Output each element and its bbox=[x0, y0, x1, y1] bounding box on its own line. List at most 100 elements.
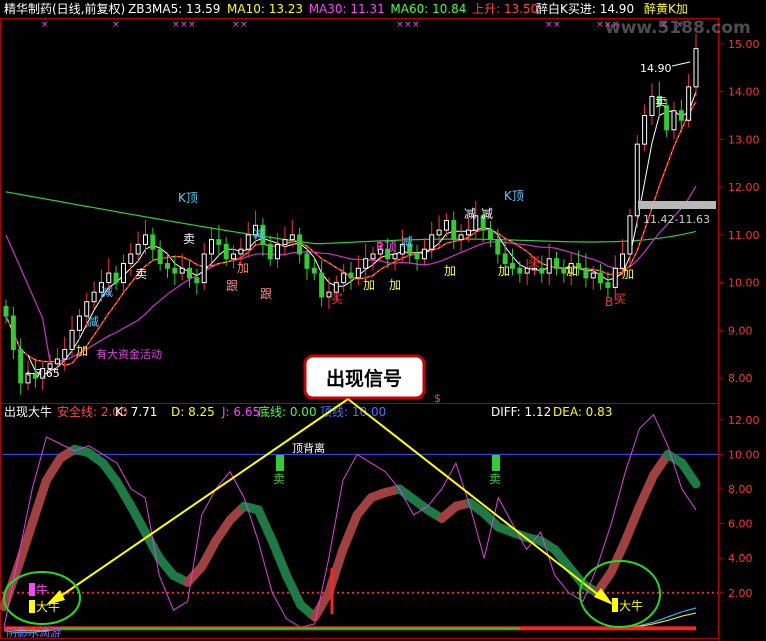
candle-body bbox=[282, 239, 288, 245]
high-price-label: 14.90 bbox=[640, 62, 672, 75]
low-price-label: ←7.65 bbox=[26, 367, 60, 380]
signal-mark: 卖 bbox=[655, 95, 667, 109]
candle-body bbox=[590, 272, 596, 279]
signal-row-mark: × bbox=[396, 20, 404, 30]
candle-body bbox=[524, 267, 530, 274]
candle-body bbox=[348, 272, 354, 279]
signal-mark: 减 bbox=[401, 235, 413, 249]
candle-body bbox=[187, 267, 193, 279]
candle-body bbox=[179, 267, 185, 274]
candle-body bbox=[546, 258, 552, 274]
candle-body bbox=[164, 263, 170, 269]
signal-row-mark: × bbox=[596, 20, 604, 30]
candle-body bbox=[91, 291, 97, 303]
big-bull-label-right: 大牛 bbox=[619, 598, 643, 613]
price-tick-label: 12.00 bbox=[728, 181, 760, 194]
candle-body bbox=[223, 243, 229, 260]
signal-mark: 减 bbox=[253, 227, 265, 241]
price-tick-label: 10.00 bbox=[728, 277, 760, 290]
signal-row-mark: × bbox=[41, 20, 49, 30]
signal-row-mark: × bbox=[188, 20, 196, 30]
ma-legend-item: 上升: 13.50 bbox=[472, 2, 538, 16]
candle-body bbox=[201, 253, 207, 284]
signal-row-mark: × bbox=[553, 20, 561, 30]
range-box-label: 11.42-11.63 bbox=[643, 213, 710, 226]
candle-body bbox=[627, 215, 633, 255]
candle-body bbox=[451, 220, 457, 241]
bull-bar bbox=[29, 583, 35, 596]
big-bull-bar-right bbox=[612, 598, 618, 612]
price-tick-label: 15.00 bbox=[728, 38, 760, 51]
candle-body bbox=[76, 315, 82, 331]
candle-body bbox=[495, 239, 501, 255]
signal-row-mark: × bbox=[404, 20, 412, 30]
candle-body bbox=[649, 95, 655, 117]
signal-row-mark: × bbox=[172, 20, 180, 30]
indicator-legend-item: J: 6.65 bbox=[221, 405, 260, 419]
candle-body bbox=[605, 282, 611, 288]
candle-body bbox=[509, 263, 515, 269]
fund-activity-label: 有大资金活动 bbox=[96, 347, 162, 361]
signal-mark: B bbox=[605, 295, 613, 309]
candle-body bbox=[216, 239, 222, 245]
signal-row-mark: × bbox=[112, 20, 120, 30]
signal-mark: 加 bbox=[237, 261, 249, 275]
stock-code: ZB3 bbox=[128, 2, 152, 16]
signal-row-mark: × bbox=[232, 20, 240, 30]
indicator-legend-item: DIFF: 1.12 bbox=[491, 405, 551, 419]
add-signal-label: 醉黄K加 bbox=[644, 1, 688, 16]
signal-callout: 出现信号 bbox=[303, 354, 426, 400]
candle-body bbox=[539, 267, 545, 274]
candle-body bbox=[436, 229, 442, 236]
candle-body bbox=[370, 253, 376, 260]
indicator-legend-item: DEA: 0.83 bbox=[553, 405, 612, 419]
candle-body bbox=[18, 348, 24, 384]
candle-body bbox=[106, 272, 112, 284]
candle-body bbox=[245, 234, 251, 250]
candle-body bbox=[311, 267, 317, 274]
indicator-legend-item: 底线: 0.00 bbox=[258, 404, 317, 419]
ma-legend-item: MA5: 13.59 bbox=[152, 2, 220, 16]
signal-mark: 跟 bbox=[226, 279, 238, 293]
sub-header: 出现大牛 安全线: 2.00K: 7.71 D: 8.25 J: 6.65底线: 0… bbox=[4, 404, 612, 419]
signal-mark: 加 bbox=[566, 264, 578, 278]
candle-body bbox=[363, 258, 369, 269]
candle-body bbox=[392, 253, 398, 260]
signal-row-mark: × bbox=[612, 20, 620, 30]
signal-mark: 卖 bbox=[183, 232, 195, 246]
candle-body bbox=[517, 267, 523, 274]
indicator-legend-item: D: 8.25 bbox=[171, 405, 215, 419]
price-tick-label: 8.00 bbox=[728, 372, 753, 385]
candle-body bbox=[128, 253, 134, 265]
big-bull-bar-left bbox=[29, 600, 35, 613]
candle-body bbox=[120, 263, 126, 284]
stock-title: 精华制药(日线,前复权) bbox=[4, 1, 125, 16]
candle-body bbox=[487, 229, 493, 241]
price-tick-label: 14.00 bbox=[728, 86, 760, 99]
candle-body bbox=[231, 253, 237, 260]
price-tick-label: 9.00 bbox=[728, 324, 753, 337]
indicator-legend-item: K: 7.71 bbox=[115, 405, 157, 419]
bottom-text: 阴影水滴游 bbox=[6, 625, 61, 639]
signal-row-mark: × bbox=[545, 20, 553, 30]
signal-mark: 加 bbox=[389, 278, 401, 292]
candle-body bbox=[443, 220, 449, 231]
candle-body bbox=[678, 110, 684, 121]
sell-signal-label: 卖 bbox=[489, 472, 501, 486]
signal-mark: 加 bbox=[498, 264, 510, 278]
candle-body bbox=[150, 234, 156, 250]
signal-mark: 减 bbox=[481, 207, 493, 221]
candle-body bbox=[598, 272, 604, 284]
signal-mark: R顶 bbox=[376, 240, 396, 254]
price-tick-label: 13.00 bbox=[728, 133, 760, 146]
candle-body bbox=[355, 267, 361, 279]
candle-body bbox=[157, 248, 163, 265]
indicator-legend: 安全线: 2.00K: 7.71 D: 8.25 J: 6.65底线: 0.00 顶线… bbox=[57, 404, 612, 419]
candle-body bbox=[642, 115, 648, 145]
ma-legend-item: MA30: 11.31 bbox=[309, 2, 385, 16]
candle-body bbox=[113, 272, 119, 284]
indicator-tick-label: 2.00 bbox=[728, 587, 753, 600]
signal-mark: 减 bbox=[464, 207, 476, 221]
candle-body bbox=[414, 253, 420, 260]
dollar-mark: $ bbox=[434, 392, 441, 405]
